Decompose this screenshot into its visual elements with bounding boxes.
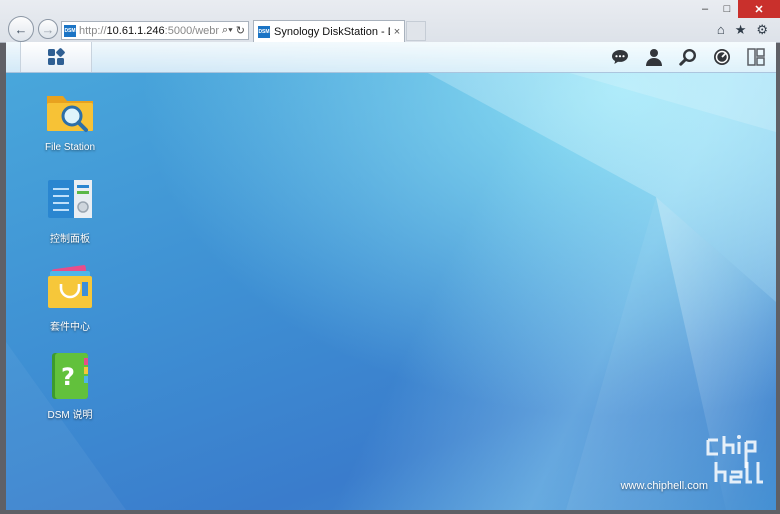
settings-gear-icon[interactable]: ⚙: [756, 22, 768, 38]
url-path: :5000/webm: [164, 24, 219, 37]
wallpaper: [6, 72, 776, 510]
tab-close-icon[interactable]: ×: [390, 26, 404, 38]
app-label: DSM 说明: [47, 410, 93, 421]
forward-arrow-icon: →: [41, 21, 55, 37]
dsm-desktop: File Station 控制面板 套件中心 ? DSM 说明 www.chip…: [6, 42, 776, 510]
favorites-star-icon[interactable]: ★: [735, 22, 747, 38]
window-bottom-border: [0, 510, 780, 514]
watermark-text: www.chiphell.com: [620, 480, 708, 492]
maximize-button[interactable]: □: [716, 0, 738, 18]
browser-toolbar: ⌂ ★ ⚙: [717, 22, 768, 38]
tab-title: Synology DiskStation - D...: [274, 25, 390, 38]
address-bar[interactable]: DSM http://10.61.1.246:5000/webm ⌕▾ ↻: [61, 21, 249, 40]
url-scheme: http://: [79, 24, 107, 37]
desktop-app-file-station[interactable]: File Station: [28, 86, 112, 153]
new-tab-button[interactable]: [406, 21, 426, 41]
browser-tab[interactable]: DSM Synology DiskStation - D... ×: [253, 20, 405, 42]
forward-button[interactable]: →: [38, 19, 58, 39]
main-menu-button[interactable]: [20, 42, 92, 72]
widgets-panel-icon[interactable]: [746, 47, 766, 67]
desktop-app-dsm-help[interactable]: ? DSM 说明: [28, 350, 112, 421]
search-icon[interactable]: [678, 47, 698, 67]
desktop-app-control-panel[interactable]: 控制面板: [28, 174, 112, 245]
notifications-chat-icon[interactable]: [610, 47, 630, 67]
file-station-icon: [44, 86, 96, 138]
back-button[interactable]: ←: [8, 16, 34, 42]
url-host: 10.61.1.246: [106, 24, 165, 37]
dsm-help-icon: ?: [44, 350, 96, 402]
app-label: 控制面板: [50, 234, 90, 245]
address-url[interactable]: http://10.61.1.246:5000/webm: [79, 25, 219, 37]
control-panel-icon: [44, 174, 96, 226]
search-dropdown-icon[interactable]: ⌕▾: [222, 24, 233, 37]
svg-text:?: ?: [61, 363, 75, 391]
dsm-favicon-icon: DSM: [258, 25, 270, 38]
app-label: File Station: [44, 142, 96, 153]
window-controls: – □ ✕: [694, 0, 780, 20]
app-label: 套件中心: [50, 322, 90, 333]
back-arrow-icon: ←: [14, 21, 28, 37]
minimize-button[interactable]: –: [694, 0, 716, 18]
desktop-app-package-center[interactable]: 套件中心: [28, 262, 112, 333]
close-window-button[interactable]: ✕: [738, 0, 780, 18]
refresh-icon[interactable]: ↻: [236, 24, 245, 37]
dsm-taskbar: [6, 42, 776, 73]
resource-monitor-gauge-icon[interactable]: [712, 47, 732, 67]
main-menu-grid-icon: [48, 48, 65, 65]
home-icon[interactable]: ⌂: [717, 22, 725, 38]
dsm-favicon-icon: DSM: [64, 24, 76, 37]
user-options-icon[interactable]: [644, 47, 664, 67]
package-center-icon: [44, 262, 96, 314]
chiphell-watermark-logo-icon: [706, 435, 763, 484]
browser-chrome: – □ ✕ ← → DSM http://10.61.1.246:5000/we…: [0, 0, 780, 43]
